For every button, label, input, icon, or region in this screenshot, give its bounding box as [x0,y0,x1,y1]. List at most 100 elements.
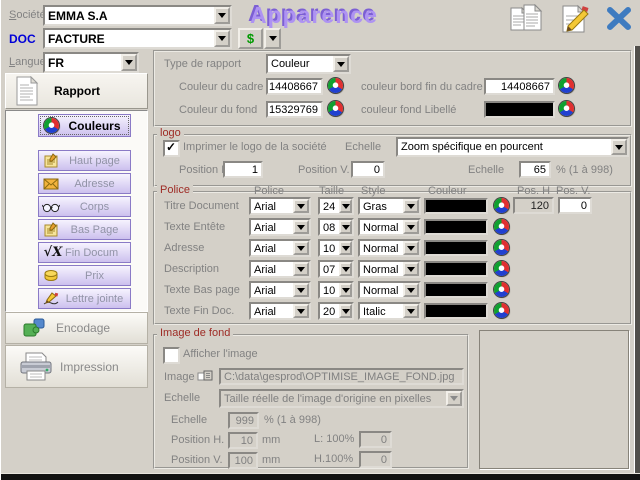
bord-color-picker-icon[interactable] [559,78,574,93]
rapport-header[interactable]: Rapport [5,73,148,109]
edit-report-button[interactable] [557,4,591,34]
size-select[interactable]: 08 [318,218,354,236]
dropdown-button[interactable] [293,241,309,255]
font-color-picker-icon[interactable] [494,282,509,297]
langue-dropdown-button[interactable] [121,54,137,71]
edit-icon [557,4,591,34]
image-pos-v-field[interactable]: 100 [228,452,258,469]
dropdown-button[interactable] [339,304,352,318]
font-color-swatch[interactable] [424,282,488,298]
font-select[interactable]: Arial [249,260,311,278]
sidebar-item-lettre-jointe[interactable]: Lettre jointe [38,288,131,309]
size-select[interactable]: 10 [318,281,354,299]
style-select[interactable]: Normal [358,239,421,257]
dropdown-button[interactable] [403,241,419,255]
style-select[interactable]: Italic [358,302,421,320]
cadre-color-label: Couleur du cadre [179,81,263,93]
logo-pos-v-field[interactable]: 0 [351,161,385,178]
h-percent-field[interactable]: 0 [359,451,392,468]
doc-dropdown-button[interactable] [214,30,230,47]
font-select[interactable]: Arial [249,239,311,257]
style-select[interactable]: Normal [358,218,421,236]
police-pos-h-field[interactable]: 120 [513,197,554,214]
dropdown-button[interactable] [293,220,309,234]
font-select[interactable]: Arial [249,197,311,215]
dropdown-button[interactable] [403,283,419,297]
image-pos-h-field[interactable]: 10 [228,432,258,449]
dropdown-button[interactable] [339,283,352,297]
dropdown-button[interactable] [333,56,349,72]
sidebar-item-haut-page[interactable]: Haut page [38,150,131,171]
cadre-color-picker-icon[interactable] [328,78,343,93]
sidebar-item-impression[interactable]: Impression [5,345,148,388]
societe-select[interactable]: EMMA S.A [43,5,232,26]
size-select[interactable]: 10 [318,239,354,257]
doc-select[interactable]: FACTURE [43,28,232,49]
sidebar-item-adresse[interactable]: Adresse [38,173,131,194]
dropdown-button[interactable] [611,139,627,155]
style-select[interactable]: Gras [358,197,421,215]
bord-color-field[interactable]: 14408667 [484,78,555,95]
size-select[interactable]: 20 [318,302,354,320]
close-button[interactable] [605,7,633,31]
image-path-field[interactable]: C:\data\gesprod\OPTIMISE_IMAGE_FOND.jpg [219,368,464,385]
sidebar-item-corps[interactable]: Corps [38,196,131,217]
currency-menu-button[interactable] [264,28,281,49]
dropdown-button[interactable] [293,304,309,318]
currency-button[interactable]: $ [238,28,263,49]
sidebar-item-prix[interactable]: Prix [38,265,131,286]
logo-echelle-value-field[interactable]: 65 [519,161,551,178]
type-rapport-select[interactable]: Couleur [266,54,351,74]
dropdown-button[interactable] [293,283,309,297]
logo-pos-h-field[interactable]: 1 [223,161,263,178]
browse-image-icon[interactable] [197,369,213,383]
font-color-swatch[interactable] [424,240,488,256]
font-select[interactable]: Arial [249,302,311,320]
font-color-swatch[interactable] [424,303,488,319]
font-color-swatch[interactable] [424,261,488,277]
l-percent-field[interactable]: 0 [359,431,392,448]
image-echelle-mode-select[interactable]: Taille réelle de l'image d'origine en pi… [219,389,464,408]
style-select[interactable]: Normal [358,260,421,278]
police-pos-v-field[interactable]: 0 [558,197,592,214]
font-color-swatch[interactable] [424,219,488,235]
cadre-color-field[interactable]: 14408667 [266,78,323,95]
copy-report-button[interactable] [509,4,543,34]
logo-echelle-mode-select[interactable]: Zoom spécifique en pourcent [396,137,629,157]
style-select[interactable]: Normal [358,281,421,299]
dropdown-button[interactable] [339,199,352,213]
sidebar-item-bas-page[interactable]: Bas Page [38,219,131,240]
sidebar-item-fin-document[interactable]: √X Fin Docum [38,242,131,263]
sidebar-item-couleurs[interactable]: Couleurs [38,114,131,137]
font-select[interactable]: Arial [249,218,311,236]
dropdown-button[interactable] [339,241,352,255]
dropdown-button[interactable] [403,220,419,234]
dropdown-button[interactable] [403,262,419,276]
societe-dropdown-button[interactable] [214,7,230,24]
dropdown-button[interactable] [293,262,309,276]
logo-echelle2-label: Echelle [468,164,504,176]
size-select[interactable]: 07 [318,260,354,278]
langue-select[interactable]: FR [43,52,139,73]
font-color-picker-icon[interactable] [494,219,509,234]
dropdown-button[interactable] [293,199,309,213]
libelle-color-swatch[interactable] [484,101,555,118]
afficher-image-checkbox[interactable] [163,347,180,364]
dropdown-button[interactable] [403,199,419,213]
dropdown-button[interactable] [339,220,352,234]
libelle-color-picker-icon[interactable] [559,101,574,116]
font-select[interactable]: Arial [249,281,311,299]
font-color-picker-icon[interactable] [494,240,509,255]
fond-color-field[interactable]: 15329769 [266,101,323,118]
dropdown-button[interactable] [339,262,352,276]
font-color-swatch[interactable] [424,198,488,214]
font-color-picker-icon[interactable] [494,261,509,276]
fond-color-picker-icon[interactable] [328,101,343,116]
image-echelle-value-field[interactable]: 999 [228,412,259,429]
size-select[interactable]: 24 [318,197,354,215]
font-color-picker-icon[interactable] [494,303,509,318]
font-color-picker-icon[interactable] [494,198,509,213]
print-logo-checkbox[interactable] [163,140,180,157]
dropdown-button[interactable] [403,304,419,318]
sidebar-item-encodage[interactable]: Encodage [5,312,148,344]
